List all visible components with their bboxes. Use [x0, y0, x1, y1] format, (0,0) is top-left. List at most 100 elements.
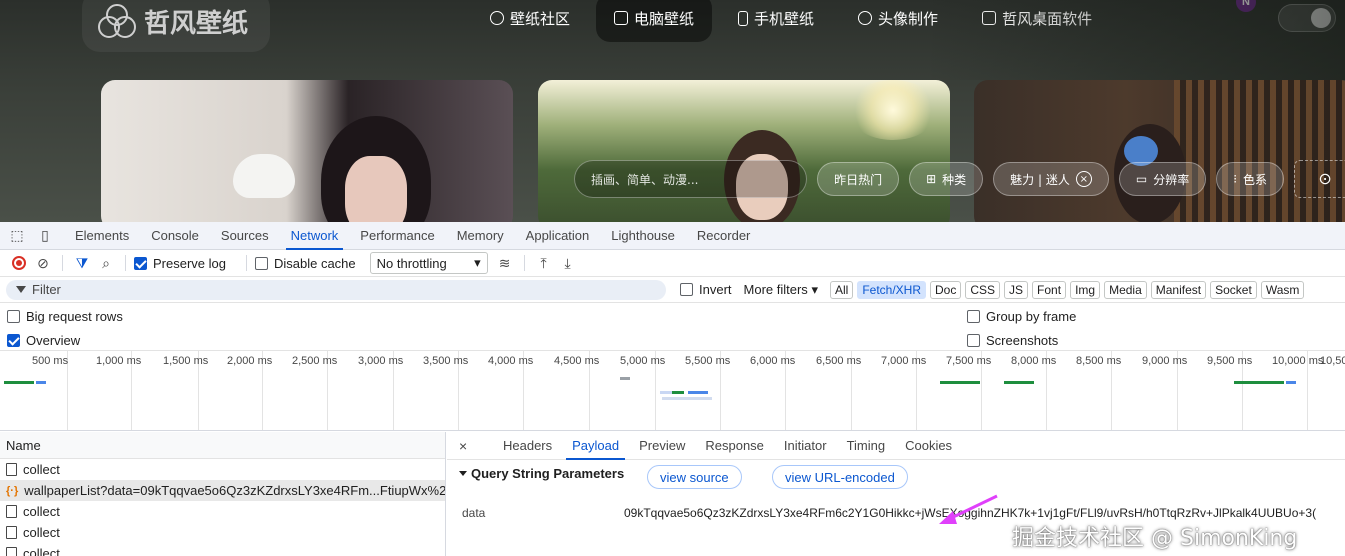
divider — [62, 255, 63, 271]
tab-response[interactable]: Response — [695, 432, 774, 460]
param-key: data — [462, 506, 486, 520]
timeline-tick-label: 2,500 ms — [292, 355, 338, 367]
timeline-tick-label: 1,000 ms — [96, 355, 142, 367]
type-filter-manifest[interactable]: Manifest — [1150, 280, 1207, 299]
tab-application[interactable]: Application — [515, 222, 601, 250]
timeline-tick-label: 8,000 ms — [1011, 355, 1057, 367]
chip-label: 分辨率 — [1153, 172, 1190, 187]
site-logo[interactable]: 哲风壁纸 — [82, 0, 270, 52]
document-icon — [6, 463, 17, 476]
filter-input[interactable]: Filter — [6, 279, 666, 300]
chip-resolution[interactable]: ▭ 分辨率 — [1118, 162, 1207, 196]
timeline-tick-label: 8,500 ms — [1076, 355, 1122, 367]
divider — [523, 255, 525, 271]
nav-avatar-maker[interactable]: 头像制作 — [840, 0, 956, 42]
invert-checkbox[interactable]: Invert — [680, 282, 732, 297]
request-row[interactable]: collect — [0, 522, 445, 543]
tab-timing[interactable]: Timing — [837, 432, 896, 460]
nav-desktop-wallpaper[interactable]: 电脑壁纸 — [596, 0, 713, 42]
overview-checkbox[interactable]: Overview — [7, 333, 80, 348]
throttling-select[interactable]: No throttling ▾ — [369, 252, 488, 274]
view-source-button[interactable]: view source — [647, 465, 742, 489]
image-search-icon[interactable]: ⊙ — [1294, 160, 1345, 198]
monitor-icon — [982, 11, 997, 25]
annotation-arrow-icon — [939, 494, 998, 524]
checkbox-unchecked[interactable] — [680, 283, 693, 296]
nav-community[interactable]: 壁纸社区 — [472, 0, 588, 42]
tab-initiator[interactable]: Initiator — [774, 432, 837, 460]
monitor-icon: ▭ — [1135, 172, 1148, 186]
big-request-rows-checkbox[interactable]: Big request rows — [7, 309, 123, 324]
throttling-value: No throttling — [376, 255, 447, 271]
network-overview-timeline[interactable]: 500 ms 1,000 ms 1,500 ms 2,000 ms 2,500 ms 3,… — [0, 351, 1345, 431]
request-row[interactable]: collect — [0, 501, 445, 522]
request-list: Name collect {·} wallpaperList?data=09kTqq… — [0, 432, 446, 556]
type-filter-js[interactable]: JS — [1004, 280, 1029, 299]
image-icon — [614, 11, 629, 25]
tab-payload[interactable]: Payload — [562, 432, 629, 460]
chip-color[interactable]: ⁝ 色系 — [1216, 162, 1285, 196]
tab-lighthouse[interactable]: Lighthouse — [600, 222, 686, 250]
request-row[interactable]: {·} wallpaperList?data=09kTqqvae5o6Qz3zKZ… — [0, 480, 445, 501]
tab-headers[interactable]: Headers — [493, 432, 562, 460]
record-button[interactable] — [8, 252, 30, 274]
search-icon[interactable]: ⌕ — [95, 252, 117, 274]
nav-desktop-software[interactable]: 哲风桌面软件 — [964, 0, 1110, 42]
checkbox-unchecked[interactable] — [254, 256, 268, 270]
preserve-log-checkbox[interactable]: Preserve log — [134, 256, 226, 271]
tab-preview[interactable]: Preview — [629, 432, 695, 460]
checkbox-unchecked[interactable] — [967, 310, 980, 323]
checkbox-unchecked[interactable] — [967, 334, 980, 347]
import-har-icon[interactable]: ⤒ — [533, 252, 555, 274]
tab-network[interactable]: Network — [280, 222, 350, 250]
timeline-tick-label: 6,000 ms — [750, 355, 796, 367]
search-input[interactable]: 插画、简单、动漫... — [574, 160, 808, 198]
filter-icon[interactable]: ⧩ — [71, 252, 93, 274]
chip-hot-yesterday[interactable]: 昨日热门 — [817, 162, 900, 196]
request-row[interactable]: collect — [0, 459, 445, 480]
chip-charm[interactable]: 魅力 | 迷人 × — [993, 162, 1109, 196]
checkbox-label: Big request rows — [26, 309, 123, 324]
more-filters-dropdown[interactable]: More filters ▾ — [744, 282, 818, 298]
clear-icon[interactable]: ⊘ — [32, 252, 54, 274]
tab-cookies[interactable]: Cookies — [895, 432, 962, 460]
type-filter-css[interactable]: CSS — [965, 280, 1001, 299]
close-icon[interactable]: × — [1075, 171, 1092, 187]
tab-console[interactable]: Console — [140, 222, 210, 250]
tab-elements[interactable]: Elements — [64, 222, 140, 250]
type-filter-doc[interactable]: Doc — [930, 280, 962, 299]
view-url-encoded-button[interactable]: view URL-encoded — [772, 465, 908, 489]
network-conditions-icon[interactable]: ≋ — [494, 252, 516, 274]
type-filter-fetchxhr[interactable]: Fetch/XHR — [857, 280, 926, 299]
theme-toggle[interactable] — [1278, 4, 1336, 32]
inspect-element-icon[interactable]: ⬚ — [8, 227, 26, 245]
checkbox-unchecked[interactable] — [7, 310, 20, 323]
type-filter-img[interactable]: Img — [1070, 280, 1101, 299]
type-filter-font[interactable]: Font — [1032, 280, 1067, 299]
checkbox-checked[interactable] — [134, 256, 147, 270]
group-by-frame-checkbox[interactable]: Group by frame — [967, 309, 1076, 324]
request-row[interactable]: collect — [0, 543, 445, 556]
close-icon[interactable]: × — [459, 438, 479, 454]
checkbox-checked[interactable] — [7, 334, 20, 347]
chip-category[interactable]: ⊞ 种类 — [909, 162, 984, 196]
screenshots-checkbox[interactable]: Screenshots — [967, 333, 1058, 348]
timeline-tick-label: 7,500 ms — [946, 355, 992, 367]
divider — [245, 255, 247, 271]
type-filter-all[interactable]: All — [829, 280, 854, 299]
tab-performance[interactable]: Performance — [349, 222, 445, 250]
type-filter-wasm[interactable]: Wasm — [1260, 280, 1305, 299]
timeline-request-bar — [1004, 381, 1034, 384]
tab-sources[interactable]: Sources — [210, 222, 280, 250]
tab-memory[interactable]: Memory — [446, 222, 515, 250]
name-column-header[interactable]: Name — [0, 432, 445, 459]
tab-recorder[interactable]: Recorder — [686, 222, 761, 250]
disable-cache-checkbox[interactable]: Disable cache — [254, 256, 356, 271]
nav-phone-wallpaper[interactable]: 手机壁纸 — [720, 0, 832, 42]
device-toolbar-icon[interactable]: ▯ — [36, 227, 54, 245]
query-string-section-header[interactable]: Query String Parameters — [459, 466, 624, 481]
type-filter-media[interactable]: Media — [1104, 280, 1147, 299]
export-har-icon[interactable]: ⤓ — [557, 252, 579, 274]
wallpaper-card-1[interactable] — [101, 80, 513, 222]
type-filter-socket[interactable]: Socket — [1210, 280, 1257, 299]
